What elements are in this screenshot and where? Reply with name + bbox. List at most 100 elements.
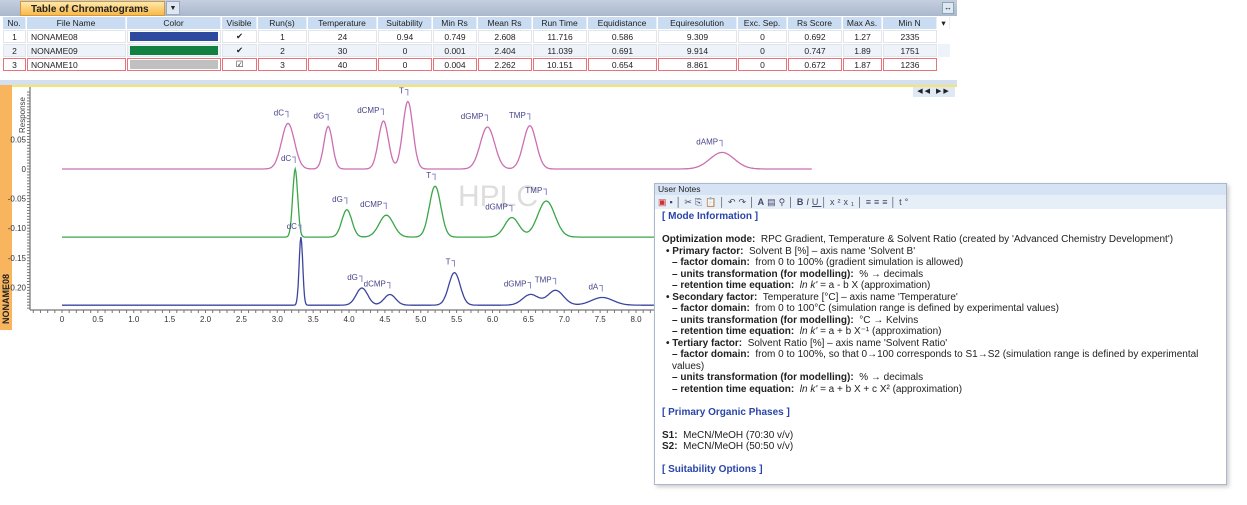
col-mean-rs[interactable]: Mean Rs — [478, 17, 532, 29]
underline-icon[interactable]: U — [812, 197, 822, 207]
align-left-icon[interactable]: ≡ — [866, 197, 874, 207]
cell-exc-sep[interactable]: 0 — [738, 30, 787, 43]
special-char-icon[interactable]: t° — [899, 197, 911, 207]
col-suitability[interactable]: Suitability — [378, 17, 432, 29]
col-exc-sep[interactable]: Exc. Sep. — [738, 17, 787, 29]
table-row[interactable]: 3 NONAME10 ☑ 3 40 0 0.004 2.262 10.151 0.654 8.861… — [3, 58, 950, 71]
col-equidistance[interactable]: Equidistance — [588, 17, 657, 29]
col-max-as[interactable]: Max As. — [843, 17, 882, 29]
col-min-n[interactable]: Min N — [883, 17, 937, 29]
cell-max-as[interactable]: 1.89 — [843, 44, 882, 57]
col-no[interactable]: No. — [3, 17, 26, 29]
table-header: No. File Name Color Visible Run(s) Tempe… — [3, 17, 950, 29]
chart-nav-buttons[interactable]: ◀◀ ▶▶ — [913, 87, 955, 97]
cell-mean-rs[interactable]: 2.404 — [478, 44, 532, 57]
cell-exc-sep[interactable]: 0 — [738, 58, 787, 71]
table-row[interactable]: 1 NONAME08 ✔ 1 24 0.94 0.749 2.608 11.716 0.586 9.… — [3, 30, 950, 43]
peak-label: dCMP — [360, 200, 382, 209]
cell-run-time[interactable]: 10.151 — [533, 58, 587, 71]
align-center-icon[interactable]: ≡ — [874, 197, 882, 207]
tab-table-of-chromatograms[interactable]: Table of Chromatograms — [20, 1, 165, 16]
cell-min-n[interactable]: 1751 — [883, 44, 937, 57]
cell-rs-score[interactable]: 0.692 — [788, 30, 842, 43]
cell-min-rs[interactable]: 0.004 — [433, 58, 477, 71]
col-equiresolution[interactable]: Equiresolution — [658, 17, 737, 29]
cell-runs[interactable]: 1 — [258, 30, 307, 43]
cell-min-rs[interactable]: 0.749 — [433, 30, 477, 43]
cell-run-time[interactable]: 11.716 — [533, 30, 587, 43]
open-icon[interactable]: ▣ — [658, 197, 670, 207]
cell-equidistance[interactable]: 0.654 — [588, 58, 657, 71]
col-temperature[interactable]: Temperature — [308, 17, 377, 29]
cell-equiresolution[interactable]: 9.309 — [658, 30, 737, 43]
cell-visible[interactable]: ☑ — [222, 58, 257, 71]
save-icon[interactable]: ▪ — [670, 197, 676, 207]
y-tick-label: -0.05 — [8, 195, 27, 204]
cell-min-rs[interactable]: 0.001 — [433, 44, 477, 57]
cell-file[interactable]: NONAME09 — [27, 44, 126, 57]
column-chooser-icon[interactable]: ▾ — [938, 17, 950, 29]
color-swatch[interactable] — [130, 32, 218, 41]
peak-marker — [343, 197, 348, 204]
color-swatch[interactable] — [130, 60, 218, 69]
col-rs-score[interactable]: Rs Score — [788, 17, 842, 29]
cell-no[interactable]: 3 — [3, 58, 26, 71]
cell-color[interactable] — [127, 30, 221, 43]
col-visible[interactable]: Visible — [222, 17, 257, 29]
format-icon[interactable]: ▤ — [767, 197, 779, 207]
redo-icon[interactable]: ↷ — [738, 197, 749, 207]
copy-icon[interactable]: ⎘ — [695, 197, 705, 207]
panel-header: Table of Chromatograms ▼ ↔ — [0, 0, 957, 16]
cell-equiresolution[interactable]: 8.861 — [658, 58, 737, 71]
superscript-icon[interactable]: x² — [830, 197, 844, 207]
col-run-time[interactable]: Run Time — [533, 17, 587, 29]
cell-equidistance[interactable]: 0.691 — [588, 44, 657, 57]
color-swatch[interactable] — [130, 46, 218, 55]
cell-runs[interactable]: 2 — [258, 44, 307, 57]
cell-mean-rs[interactable]: 2.262 — [478, 58, 532, 71]
tab-dropdown-button[interactable]: ▼ — [166, 1, 180, 15]
bold-icon[interactable]: B — [797, 197, 807, 207]
cell-color[interactable] — [127, 58, 221, 71]
cell-suitability[interactable]: 0 — [378, 58, 432, 71]
undo-icon[interactable]: ↶ — [728, 197, 739, 207]
cell-exc-sep[interactable]: 0 — [738, 44, 787, 57]
cell-file[interactable]: NONAME10 — [27, 58, 126, 71]
table-row[interactable]: 2 NONAME09 ✔ 2 30 0 0.001 2.404 11.039 0.691 9.914… — [3, 44, 950, 57]
cell-visible[interactable]: ✔ — [222, 30, 257, 43]
fit-width-icon[interactable]: ↔ — [942, 2, 954, 14]
cell-rs-score[interactable]: 0.672 — [788, 58, 842, 71]
subscript-icon[interactable]: x₁ — [844, 197, 858, 207]
cell-color[interactable] — [127, 44, 221, 57]
col-file-name[interactable]: File Name — [27, 17, 126, 29]
paste-icon[interactable]: 📋 — [705, 197, 719, 207]
cell-equidistance[interactable]: 0.586 — [588, 30, 657, 43]
cell-min-n[interactable]: 1236 — [883, 58, 937, 71]
cell-equiresolution[interactable]: 9.914 — [658, 44, 737, 57]
cell-no[interactable]: 2 — [3, 44, 26, 57]
font-icon[interactable]: A — [758, 197, 768, 207]
cell-visible[interactable]: ✔ — [222, 44, 257, 57]
cell-run-time[interactable]: 11.039 — [533, 44, 587, 57]
cell-suitability[interactable]: 0.94 — [378, 30, 432, 43]
notes-body[interactable]: [ Mode Information ] Optimization mode: … — [655, 209, 1226, 478]
cell-temperature[interactable]: 30 — [308, 44, 377, 57]
col-color[interactable]: Color — [127, 17, 221, 29]
cell-runs[interactable]: 3 — [258, 58, 307, 71]
factor-equation: – retention time equation: ln k' = a + b… — [672, 326, 942, 337]
col-runs[interactable]: Run(s) — [258, 17, 307, 29]
cell-rs-score[interactable]: 0.747 — [788, 44, 842, 57]
cell-no[interactable]: 1 — [3, 30, 26, 43]
cell-max-as[interactable]: 1.27 — [843, 30, 882, 43]
cell-max-as[interactable]: 1.87 — [843, 58, 882, 71]
cell-min-n[interactable]: 2335 — [883, 30, 937, 43]
cell-mean-rs[interactable]: 2.608 — [478, 30, 532, 43]
cell-file[interactable]: NONAME08 — [27, 30, 126, 43]
col-min-rs[interactable]: Min Rs — [433, 17, 477, 29]
cell-temperature[interactable]: 40 — [308, 58, 377, 71]
cut-icon[interactable]: ✂ — [684, 197, 695, 207]
cell-suitability[interactable]: 0 — [378, 44, 432, 57]
cell-temperature[interactable]: 24 — [308, 30, 377, 43]
find-icon[interactable]: ⚲ — [779, 197, 789, 207]
align-right-icon[interactable]: ≡ — [882, 197, 890, 207]
